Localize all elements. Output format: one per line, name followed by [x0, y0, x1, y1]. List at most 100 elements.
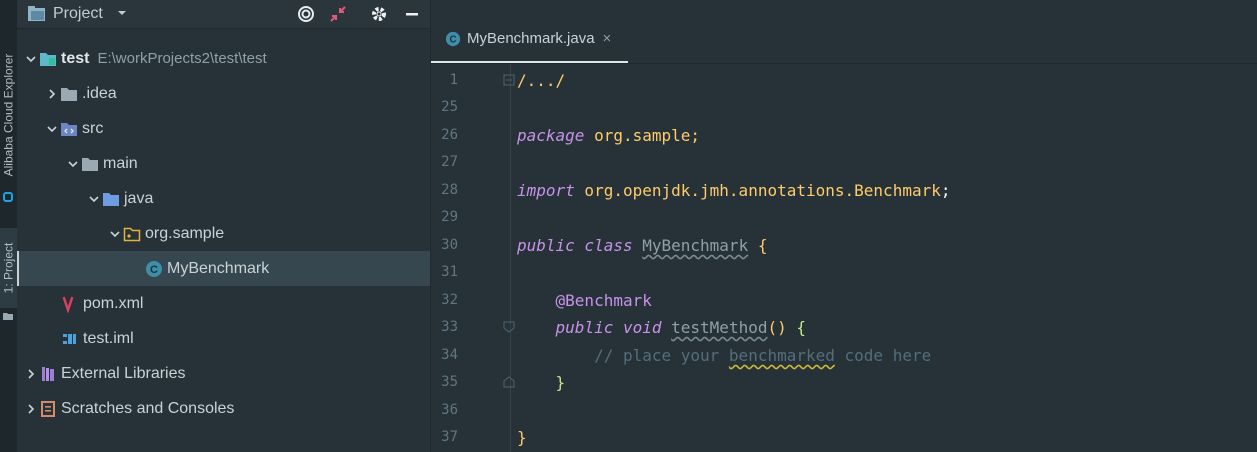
tree-item-java[interactable]: java: [17, 181, 499, 216]
fold-end-icon[interactable]: [503, 376, 515, 388]
code-line-34[interactable]: // place your benchmarked code here: [517, 346, 931, 366]
tree-item-src[interactable]: src: [17, 111, 457, 146]
project-panel-title[interactable]: Project: [53, 5, 103, 23]
close-icon[interactable]: ×: [603, 30, 612, 47]
chevron-down-icon[interactable]: [65, 156, 81, 172]
tab-mybenchmark-java[interactable]: C MyBenchmark.java ×: [431, 14, 628, 63]
comment: code here: [834, 346, 932, 365]
project-panel: Project test E:\workProjects2\test\test: [17, 0, 558, 452]
line-number: 31: [441, 264, 458, 280]
package-icon: [123, 225, 141, 243]
keyword: public class: [517, 236, 633, 255]
code-editor: C MyBenchmark.java × 1 25 26 27 28 29 30…: [430, 0, 1257, 452]
java-class-icon: C: [445, 31, 461, 46]
line-number: 33: [441, 319, 458, 335]
editor-tab-bar: C MyBenchmark.java ×: [431, 0, 1257, 64]
line-number: 28: [441, 182, 458, 198]
chevron-down-icon[interactable]: [107, 226, 123, 242]
code-line-33[interactable]: public void testMethod() {: [517, 318, 806, 338]
tab-project-label: 1: Project: [1, 242, 16, 294]
code-line-28[interactable]: import org.openjdk.jmh.annotations.Bench…: [517, 181, 951, 201]
tree-item-test-iml[interactable]: test.iml: [17, 321, 474, 356]
cloud-icon: [3, 192, 13, 202]
svg-text:C: C: [449, 34, 456, 45]
project-panel-header: Project: [17, 0, 430, 29]
code-line-30[interactable]: public class MyBenchmark {: [517, 236, 767, 256]
keyword: package: [517, 126, 585, 145]
chevron-right-icon[interactable]: [23, 401, 39, 417]
keyword: import: [517, 181, 575, 200]
gutter-divider: [510, 64, 511, 452]
java-source-folder-icon: [102, 190, 120, 208]
tree-item-path: E:\workProjects2\test\test: [97, 50, 267, 67]
method-name: testMethod: [671, 318, 768, 337]
gear-icon[interactable]: [370, 5, 388, 23]
line-number: 1: [449, 72, 458, 88]
tree-item-scratches[interactable]: Scratches and Consoles: [17, 391, 436, 426]
code-line-32[interactable]: @Benchmark: [517, 291, 652, 311]
folder-icon: [81, 155, 99, 173]
code-line-26[interactable]: package org.sample;: [517, 126, 700, 146]
keyword: public void: [555, 318, 662, 337]
tree-item-label: Scratches and Consoles: [61, 399, 235, 417]
tree-item-pom-xml[interactable]: pom.xml: [17, 286, 474, 321]
import-class: Benchmark: [854, 181, 941, 200]
parens: (): [767, 318, 787, 337]
minimize-icon[interactable]: [403, 5, 421, 23]
tab-label: MyBenchmark.java: [467, 30, 595, 47]
code-line-35[interactable]: }: [517, 373, 566, 393]
tree-item-test[interactable]: test E:\workProjects2\test\test: [17, 41, 436, 76]
code-line-37[interactable]: }: [517, 428, 527, 448]
tab-alibaba-cloud-explorer[interactable]: Alibaba Cloud Explorer: [0, 40, 17, 190]
line-number: 27: [441, 154, 458, 170]
package-name: org.sample;: [584, 126, 701, 145]
chevron-down-icon[interactable]: [117, 9, 127, 17]
chevron-right-icon[interactable]: [44, 86, 60, 102]
project-folder-icon: [28, 6, 45, 21]
iml-file-icon: [61, 330, 79, 348]
tree-item-label: main: [103, 154, 138, 172]
line-number: 30: [441, 237, 458, 253]
tree-item-label: .idea: [82, 84, 117, 102]
fold-expand-icon[interactable]: [503, 74, 515, 86]
libraries-icon: [39, 365, 57, 383]
line-number: 36: [441, 402, 458, 418]
tree-item-label: java: [124, 189, 154, 207]
tree-item-idea[interactable]: .idea: [17, 76, 457, 111]
tree-item-label: test: [61, 49, 90, 67]
chevron-down-icon[interactable]: [86, 191, 102, 207]
tree-item-label: org.sample: [145, 224, 225, 242]
scratches-icon: [39, 400, 57, 418]
module-folder-icon: [39, 50, 57, 68]
brace: {: [757, 236, 768, 255]
fold-start-icon[interactable]: [503, 321, 515, 333]
tab-project[interactable]: 1: Project: [0, 228, 17, 308]
line-number: 35: [441, 374, 458, 390]
tree-item-external-libraries[interactable]: External Libraries: [17, 356, 436, 391]
brace: }: [517, 428, 527, 447]
maven-icon: [61, 295, 79, 313]
chevron-down-icon[interactable]: [23, 51, 39, 67]
code-line-1[interactable]: /.../: [517, 71, 565, 91]
chevron-right-icon[interactable]: [23, 366, 39, 382]
class-name: MyBenchmark: [642, 236, 749, 255]
tree-item-main[interactable]: main: [17, 146, 478, 181]
line-number: 25: [441, 99, 458, 115]
line-number: 26: [441, 127, 458, 143]
chevron-down-icon[interactable]: [44, 121, 60, 137]
line-number: 34: [441, 347, 458, 363]
line-number-gutter: 1 25 26 27 28 29 30 31 32 33 34 35 36 37: [431, 64, 511, 452]
collapse-all-icon[interactable]: [329, 5, 347, 23]
folded-region[interactable]: /.../: [517, 71, 565, 90]
brace: }: [555, 373, 566, 392]
annotation: @Benchmark: [555, 291, 652, 310]
svg-text:C: C: [150, 264, 158, 276]
brace: {: [796, 318, 807, 337]
line-number: 32: [441, 292, 458, 308]
comment: // place your: [594, 346, 729, 365]
line-number: 29: [441, 209, 458, 225]
locate-icon[interactable]: [297, 5, 315, 23]
semicolon: ;: [940, 181, 951, 200]
line-number: 37: [441, 429, 458, 445]
tree-item-label: pom.xml: [83, 294, 144, 312]
